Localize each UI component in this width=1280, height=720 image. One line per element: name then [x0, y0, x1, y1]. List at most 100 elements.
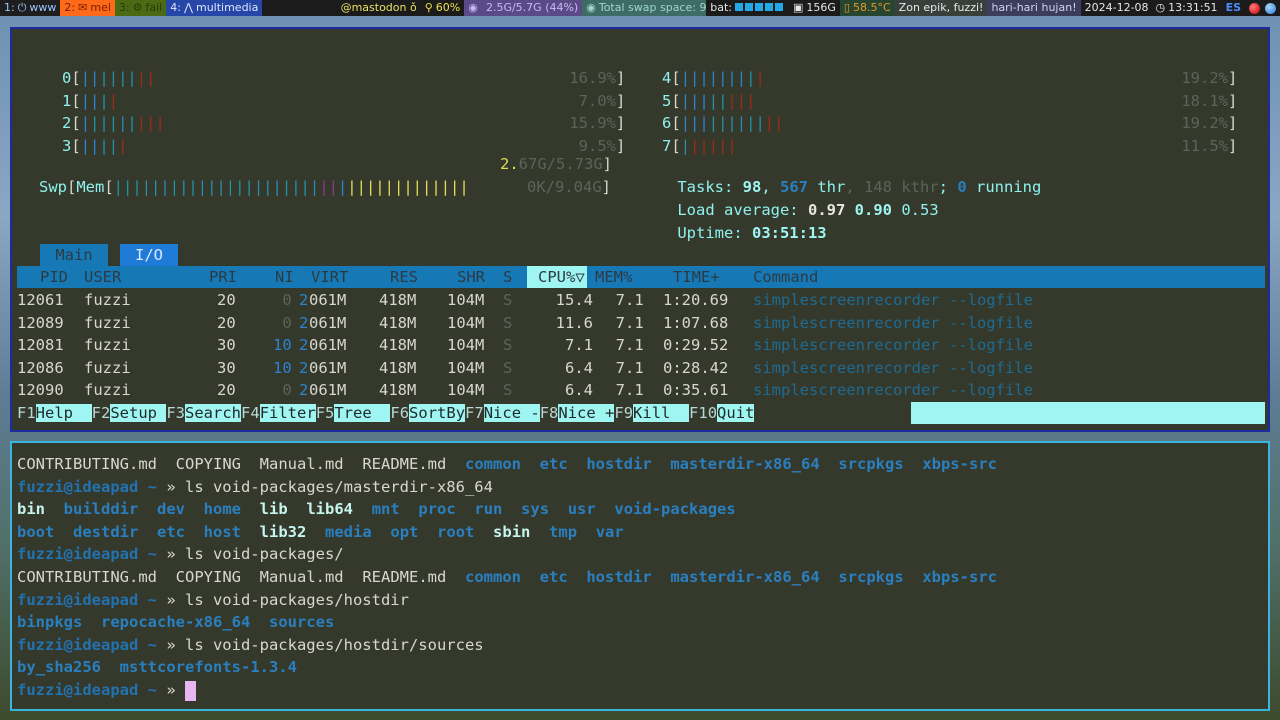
gear-icon: ⚙ [132, 1, 143, 14]
text-cursor[interactable] [184, 680, 196, 701]
mem-value: 2.67G/5.73G] [500, 153, 612, 175]
cell-user: fuzzi [84, 381, 131, 400]
htop-window[interactable]: 0[|||||||| 16.9%] 1[|||| 7.0%] 2[|||||||||… [10, 27, 1270, 432]
cpu-bar-tick: | [699, 91, 709, 110]
keyboard-layout[interactable]: ES [1222, 0, 1245, 16]
mastodon-label: @mastodon ǒ [340, 1, 417, 14]
tab-label: Main [55, 246, 93, 264]
layout-label: ES [1225, 1, 1241, 14]
col-shr[interactable]: SHR [457, 266, 485, 288]
mem-bar-tick: | [197, 177, 208, 196]
mem-bar-tick: | [225, 177, 236, 196]
col-time[interactable]: TIME+ [673, 266, 720, 288]
tab-label: I/O [135, 246, 163, 264]
ls-entry: masterdir-x86_64 [670, 455, 820, 473]
disk-free: 156G [806, 1, 836, 14]
fkey-number: F9 [614, 404, 634, 422]
power-icon: ⏻ [17, 1, 27, 14]
cpu-id: 1 [62, 91, 72, 110]
cpu-percent-value: 16.9% [560, 69, 616, 87]
bracket: [ [671, 69, 681, 87]
fkey-label: Filter [259, 404, 316, 422]
fkey-f4[interactable]: F4Filter [241, 402, 316, 425]
workspace-1[interactable]: 1: ⏻ www [0, 0, 61, 16]
separator [568, 455, 587, 473]
uptime-line: Uptime: 03:51:13 [640, 199, 826, 242]
table-row[interactable]: 12089 fuzzi 20 0 2 061M 418M 104M S 11.6 7.1 1:0… [17, 312, 1265, 334]
bracket: ] [616, 114, 626, 133]
cpu-percent-7: 11.5%] [1172, 135, 1237, 157]
col-command[interactable]: Command [753, 266, 818, 288]
col-virt[interactable]: VIRT [311, 266, 348, 288]
mem-bar-tick: | [309, 177, 320, 196]
table-row[interactable]: 12090 fuzzi 20 0 2 061M 418M 104M S 6.4 7.1 0:35… [17, 379, 1265, 401]
col-res[interactable]: RES [390, 266, 418, 288]
time: 13:31:51 [1168, 1, 1218, 14]
col-ni[interactable]: NI [275, 266, 294, 288]
cell-command: simplescreenrecorder --logfile [753, 358, 1033, 377]
shell-window[interactable]: CONTRIBUTING.md COPYING Manual.md README… [10, 441, 1270, 711]
fkey-f7[interactable]: F7Nice - [465, 402, 540, 425]
fkey-f10[interactable]: F10Quit [689, 402, 755, 425]
mem-bar-tick: | [337, 177, 348, 196]
mem-value-rest: 67G/5.73G [518, 155, 603, 173]
cpu-percent-5: 18.1%] [1172, 90, 1237, 112]
cell-res: 418M [379, 291, 417, 309]
fkey-f2[interactable]: F2Setup [92, 402, 167, 425]
cell-shr: 104M [447, 291, 485, 309]
swap-meter: Swp[ [39, 176, 76, 198]
fkey-f1[interactable]: F1Help [17, 402, 92, 425]
ls-entry: lib [259, 500, 288, 519]
ls-entry: common [465, 568, 521, 586]
cell-user: fuzzi [84, 291, 131, 309]
tab-main[interactable]: Main [40, 244, 108, 266]
tab-io[interactable]: I/O [120, 244, 178, 266]
cpu-bar-tick: | [118, 114, 128, 133]
mastodon-indicator[interactable]: @mastodon ǒ [337, 0, 421, 16]
workspace-label: fail [145, 1, 163, 14]
cpu-bar-tick: | [136, 114, 147, 133]
temperature-value: 58.5°C [852, 1, 891, 14]
cpu-bar-tick: | [718, 69, 728, 87]
mem-bar-tick: | [328, 177, 338, 196]
mem-bar-tick: | [365, 177, 376, 196]
fkey-f6[interactable]: F6SortBy [390, 402, 466, 425]
col-state[interactable]: S [503, 266, 512, 288]
cell-time: 0:29.52 [663, 336, 729, 355]
greeting-1: Zon epik, fuzzi! [894, 0, 988, 16]
table-row[interactable]: 12081 fuzzi 30 10 2 061M 418M 104M S 7.1 7.1 0:29… [17, 334, 1265, 356]
cell-virt-hi: 2 [299, 313, 309, 332]
fkey-f3[interactable]: F3Search [166, 402, 242, 425]
col-user[interactable]: USER [84, 266, 121, 288]
workspace-3[interactable]: 3: ⚙ fail [114, 0, 167, 16]
fkey-f8[interactable]: F8Nice + [540, 402, 615, 425]
workspace-4[interactable]: 4: ⋀ multimedia [166, 0, 263, 16]
cell-command: simplescreenrecorder --logfile [753, 313, 1033, 332]
cpu-bar-tick: | [99, 69, 109, 87]
cpu-meter-2: 2[||||||||| [62, 112, 165, 134]
greeting-2: hari-hari hujan! [987, 0, 1081, 16]
bracket: ] [1228, 136, 1238, 155]
cell-command: simplescreenrecorder --logfile [753, 336, 1033, 355]
ls-entry: usr [567, 500, 596, 519]
fkey-f5[interactable]: F5Tree [316, 402, 391, 425]
fkey-f9[interactable]: F9Kill [614, 402, 690, 425]
process-table-header: PID USER PRI NI VIRT RES SHR S CPU%▽ MEM… [17, 266, 1265, 288]
col-cpu-sorted[interactable]: CPU%▽ [527, 266, 587, 288]
mem-bar-tick: | [440, 177, 451, 196]
col-mem[interactable]: MEM% [595, 266, 632, 288]
clock[interactable]: 2024-12-08 ◷ 13:31:51 [1081, 0, 1222, 16]
col-pid[interactable]: PID [40, 266, 68, 288]
cpu-bar-tick: | [90, 114, 100, 133]
workspace-2[interactable]: 2: ✉ mel [60, 0, 115, 16]
cell-shr: 104M [447, 381, 485, 400]
col-pri[interactable]: PRI [209, 266, 237, 288]
table-row[interactable]: 12061 fuzzi 20 0 2 061M 418M 104M S 15.4 7.1 1:2… [17, 289, 1265, 311]
cpu-percent-0: 16.9%] [560, 67, 625, 89]
telegram-icon[interactable] [1265, 2, 1276, 14]
ls-entry: home [203, 500, 241, 519]
fkey-label: Search [185, 404, 242, 422]
table-row[interactable]: 12086 fuzzi 30 10 2 061M 418M 104M S 6.4 7.1 0:28… [17, 357, 1265, 379]
record-icon[interactable] [1249, 2, 1260, 14]
cpu-bar-tick: | [736, 69, 747, 87]
